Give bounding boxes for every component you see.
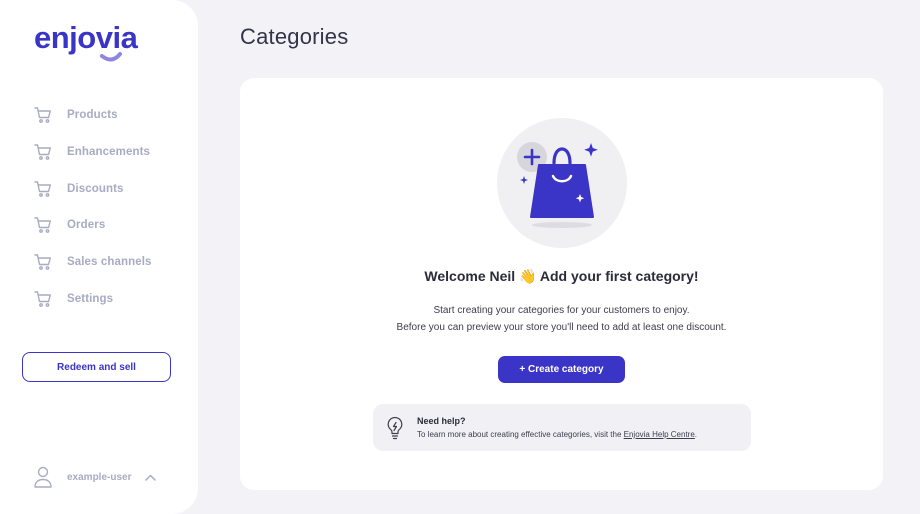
help-text-body: To learn more about creating effective c… bbox=[417, 430, 622, 439]
sidebar-item-products[interactable]: Products bbox=[0, 97, 198, 134]
chevron-up-icon[interactable] bbox=[145, 474, 157, 481]
sidebar-item-settings[interactable]: Settings bbox=[0, 280, 198, 317]
empty-state-card: Welcome Neil 👋 Add your first category! … bbox=[240, 78, 883, 490]
cart-icon bbox=[34, 143, 52, 161]
sidebar-item-label: Orders bbox=[67, 219, 106, 232]
sidebar-nav: Products Enhancements Discounts Orders S… bbox=[0, 97, 198, 317]
help-text-suffix: . bbox=[694, 430, 698, 439]
sidebar-item-label: Sales channels bbox=[67, 256, 152, 269]
description-line-2: Before you can preview your store you'll… bbox=[396, 321, 727, 333]
cart-icon bbox=[34, 106, 52, 124]
sidebar-item-label: Settings bbox=[67, 292, 114, 305]
username: example-user bbox=[67, 471, 132, 483]
cart-icon bbox=[34, 216, 52, 234]
cart-icon bbox=[34, 253, 52, 271]
sidebar-item-enhancements[interactable]: Enhancements bbox=[0, 134, 198, 171]
help-box: Need help? To learn more about creating … bbox=[373, 404, 751, 451]
user-icon bbox=[34, 466, 52, 488]
sidebar-item-label: Enhancements bbox=[67, 146, 151, 159]
help-centre-link[interactable]: Enjovia Help Centre bbox=[624, 430, 695, 439]
user-menu[interactable]: example-user bbox=[34, 466, 157, 488]
empty-state-description: Start creating your categories for your … bbox=[240, 303, 883, 336]
shopping-bag-icon bbox=[496, 117, 628, 249]
page-title: Categories bbox=[240, 24, 349, 49]
svg-text:enjovia: enjovia bbox=[34, 20, 139, 55]
sidebar-item-orders[interactable]: Orders bbox=[0, 207, 198, 244]
description-line-1: Start creating your categories for your … bbox=[433, 305, 690, 316]
help-title: Need help? bbox=[417, 416, 466, 426]
cart-icon bbox=[34, 180, 52, 198]
lightbulb-icon bbox=[386, 416, 404, 440]
sidebar-item-label: Discounts bbox=[67, 182, 124, 195]
sidebar: enjovia Products Enhancements Discounts … bbox=[0, 0, 198, 514]
enjovia-logo[interactable]: enjovia bbox=[34, 18, 162, 68]
create-category-button[interactable]: + Create category bbox=[498, 356, 625, 383]
sidebar-item-label: Products bbox=[67, 109, 118, 122]
sidebar-item-discounts[interactable]: Discounts bbox=[0, 170, 198, 207]
redeem-and-sell-button[interactable]: Redeem and sell bbox=[22, 352, 171, 382]
welcome-heading: Welcome Neil 👋 Add your first category! bbox=[424, 268, 699, 284]
help-text: To learn more about creating effective c… bbox=[417, 430, 697, 439]
cart-icon bbox=[34, 290, 52, 308]
sidebar-item-sales-channels[interactable]: Sales channels bbox=[0, 244, 198, 281]
